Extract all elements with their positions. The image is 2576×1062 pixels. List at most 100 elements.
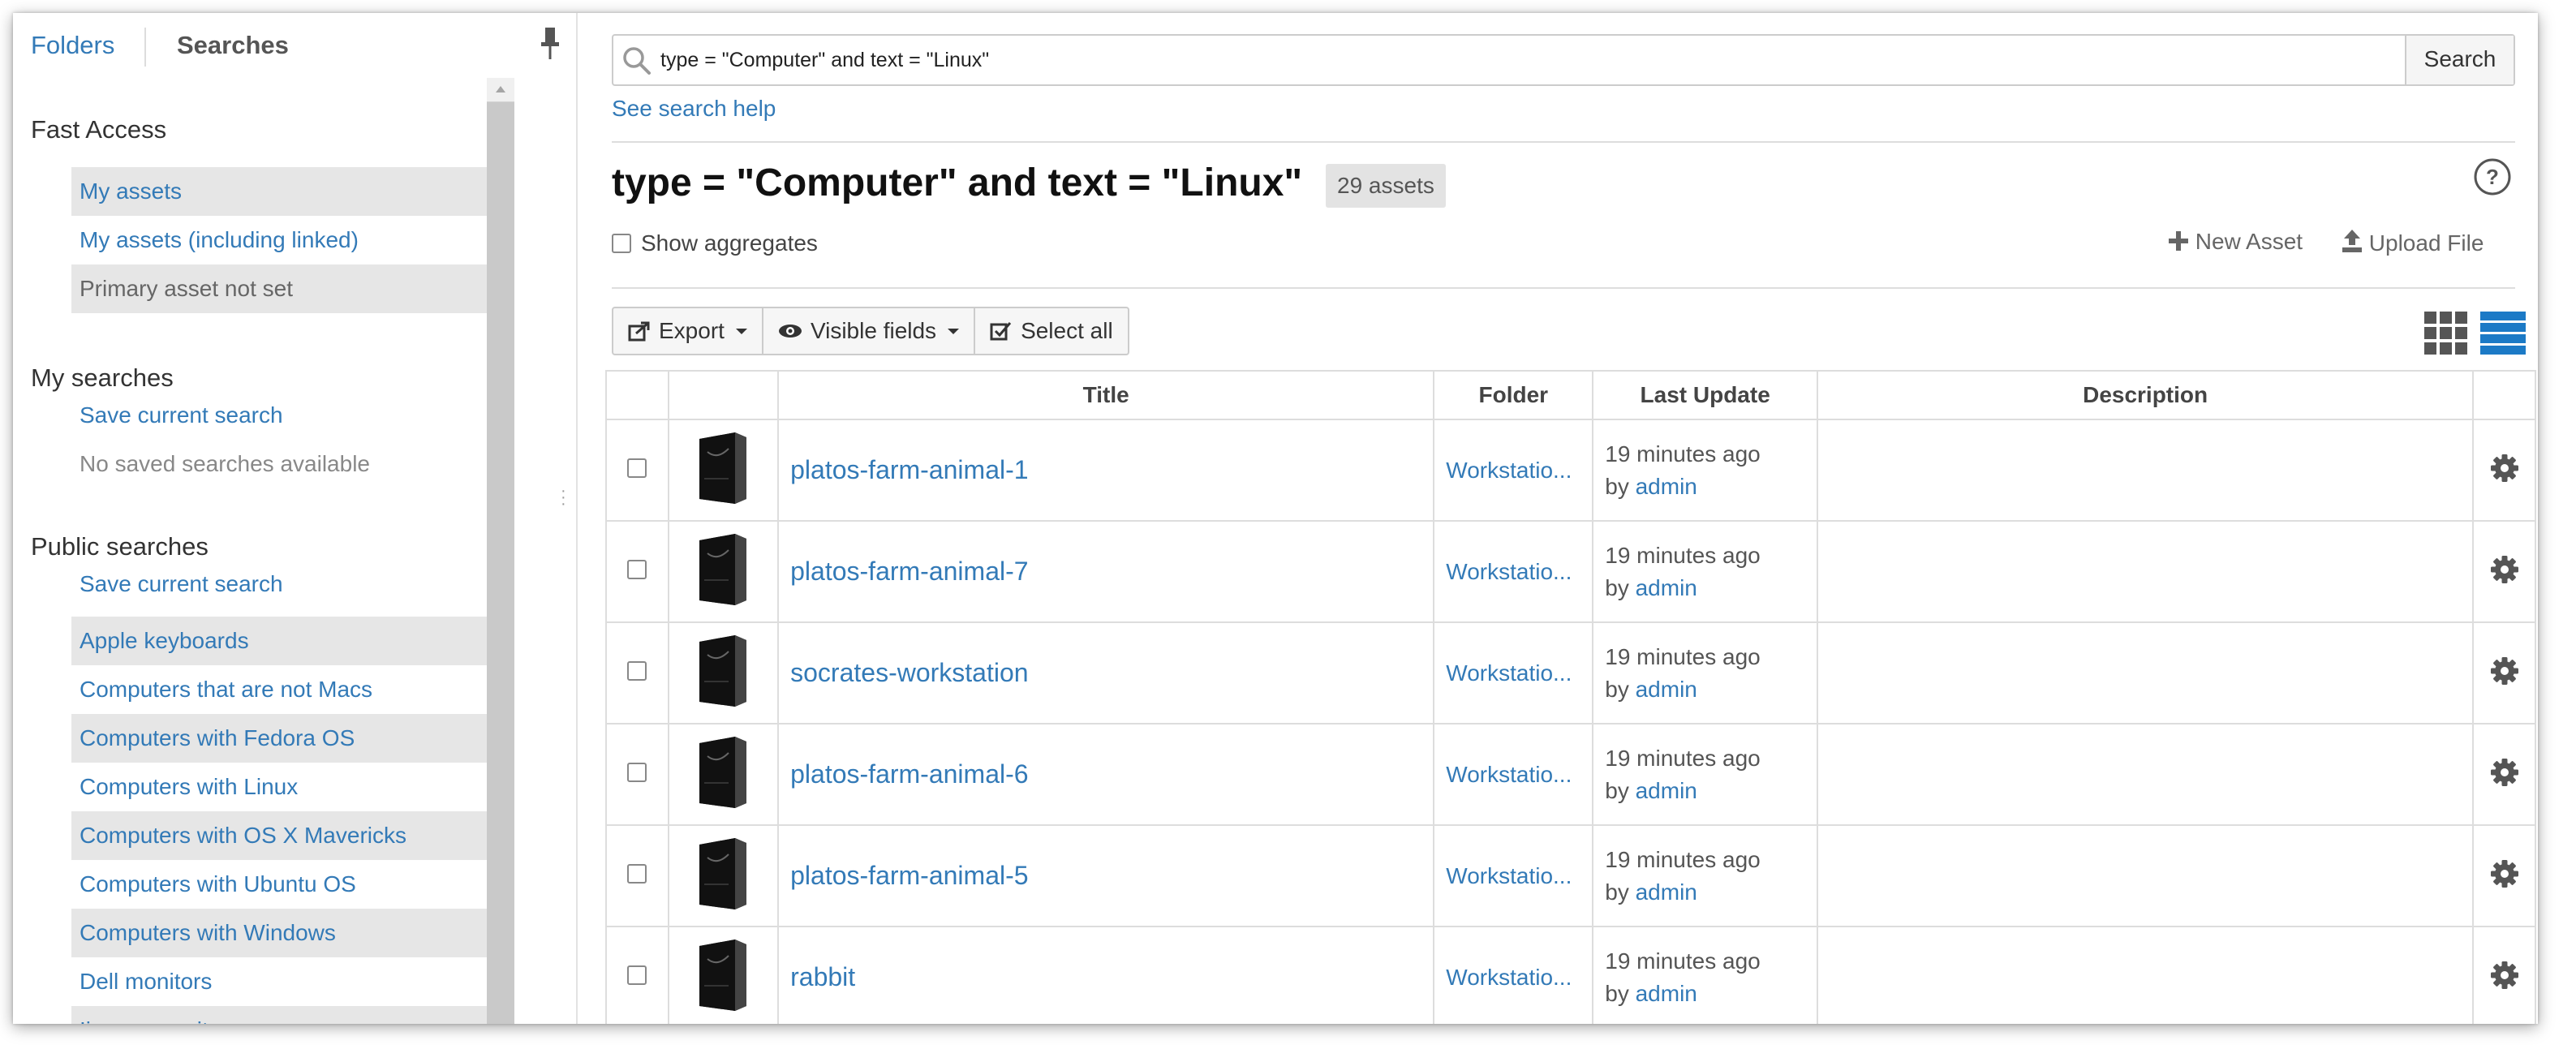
help-icon[interactable]: ? — [2473, 157, 2512, 196]
public-search-item[interactable]: Computers with Fedora OS — [71, 714, 487, 763]
asset-title-link[interactable]: rabbit — [779, 962, 855, 991]
row-checkbox[interactable] — [627, 661, 647, 681]
pin-icon[interactable] — [539, 26, 561, 62]
updated-by: by admin — [1593, 775, 1817, 807]
upload-file-button[interactable]: Upload File — [2342, 229, 2484, 256]
row-checkbox[interactable] — [627, 458, 647, 478]
table-header-row: Title Folder Last Update Description — [605, 370, 2536, 420]
folder-link[interactable]: Workstatio... — [1434, 458, 1572, 483]
header-description[interactable]: Description — [1817, 370, 2475, 420]
sidebar-scrollbar[interactable] — [487, 78, 514, 1024]
user-link[interactable]: admin — [1636, 879, 1697, 905]
checkbox-icon — [990, 322, 1012, 341]
chevron-down-icon — [735, 328, 747, 334]
by-prefix: by — [1605, 879, 1629, 905]
asset-title-link[interactable]: socrates-workstation — [779, 658, 1028, 687]
row-thumbnail-cell — [667, 824, 780, 927]
by-prefix: by — [1605, 980, 1629, 1006]
gear-icon[interactable] — [2490, 454, 2519, 483]
updated-time: 19 minutes ago — [1605, 745, 1761, 771]
user-link[interactable]: admin — [1636, 474, 1697, 499]
select-all-button[interactable]: Select all — [975, 308, 1128, 354]
save-current-search-link[interactable]: Save current search — [80, 402, 283, 428]
list-view-icon[interactable] — [2479, 310, 2527, 357]
tab-searches[interactable]: Searches — [177, 31, 289, 60]
row-folder-cell: Workstatio... — [1433, 824, 1594, 927]
search-help-link[interactable]: See search help — [612, 96, 776, 122]
search-input[interactable] — [659, 39, 2363, 81]
table-toolbar: Export Visible fields Select all — [612, 307, 1129, 355]
folder-link[interactable]: Workstatio... — [1434, 965, 1572, 990]
folder-link[interactable]: Workstatio... — [1434, 559, 1572, 584]
folder-link[interactable]: Workstatio... — [1434, 863, 1572, 888]
svg-text:?: ? — [2486, 165, 2499, 189]
row-update-cell: 19 minutes ago by admin — [1592, 926, 1819, 1024]
by-prefix: by — [1605, 473, 1629, 499]
public-search-item[interactable]: Computers that are not Macs — [71, 665, 487, 714]
public-search-item[interactable]: Dell monitors — [71, 957, 487, 1006]
public-search-item[interactable]: Computers with OS X Mavericks — [71, 811, 487, 860]
updated-by: by admin — [1593, 978, 1817, 1010]
public-search-item[interactable]: Computers with Linux — [71, 763, 487, 811]
user-link[interactable]: admin — [1636, 677, 1697, 702]
header-last-update[interactable]: Last Update — [1592, 370, 1819, 420]
visible-fields-label: Visible fields — [810, 318, 937, 343]
updated-time: 19 minutes ago — [1605, 542, 1761, 568]
user-link[interactable]: admin — [1636, 575, 1697, 600]
row-actions-cell — [2472, 926, 2536, 1024]
sidebar-scroll-area: Fast Access My assets My assets (includi… — [13, 86, 492, 1024]
public-search-item[interactable]: Apple keyboards — [71, 617, 487, 665]
public-search-item[interactable]: Iiyama monitors — [71, 1006, 487, 1024]
header-title[interactable]: Title — [777, 370, 1435, 420]
table-row: platos-farm-animal-7 Workstatio... 19 mi… — [605, 520, 2536, 623]
search-button[interactable]: Search — [2405, 36, 2514, 84]
header-select — [605, 370, 669, 420]
gear-icon[interactable] — [2490, 859, 2519, 888]
gear-icon[interactable] — [2490, 758, 2519, 787]
asset-title-link[interactable]: platos-farm-animal-1 — [779, 455, 1028, 484]
export-button[interactable]: Export — [613, 308, 763, 354]
gear-icon[interactable] — [2490, 656, 2519, 686]
row-checkbox[interactable] — [627, 864, 647, 884]
user-link[interactable]: admin — [1636, 981, 1697, 1006]
row-checkbox[interactable] — [627, 965, 647, 985]
sidebar-item-primary-asset: Primary asset not set — [71, 264, 487, 313]
folder-link[interactable]: Workstatio... — [1434, 660, 1572, 686]
row-select-cell — [605, 723, 669, 826]
grid-view-icon[interactable] — [2423, 310, 2470, 357]
scroll-up-arrow[interactable] — [487, 78, 514, 102]
asset-title-link[interactable]: platos-farm-animal-5 — [779, 861, 1028, 890]
splitter-handle[interactable]: · · · — [561, 483, 566, 512]
show-aggregates-checkbox[interactable] — [612, 234, 631, 253]
updated-time: 19 minutes ago — [1605, 948, 1761, 974]
table-row: socrates-workstation Workstatio... 19 mi… — [605, 621, 2536, 724]
row-title-cell: rabbit — [777, 926, 1435, 1024]
new-asset-button[interactable]: New Asset — [2168, 229, 2303, 255]
public-search-item[interactable]: Computers with Windows — [71, 909, 487, 957]
row-checkbox[interactable] — [627, 763, 647, 782]
updated-time: 19 minutes ago — [1605, 441, 1761, 467]
tab-folders[interactable]: Folders — [31, 31, 114, 60]
sidebar-item-my-assets[interactable]: My assets — [71, 167, 487, 216]
by-prefix: by — [1605, 777, 1629, 803]
sidebar-item-my-assets-linked[interactable]: My assets (including linked) — [71, 216, 487, 264]
row-description-cell — [1817, 926, 2475, 1024]
divider — [612, 141, 2515, 143]
save-public-search-link[interactable]: Save current search — [80, 571, 283, 597]
public-search-item[interactable]: Computers with Ubuntu OS — [71, 860, 487, 909]
user-link[interactable]: admin — [1636, 778, 1697, 803]
visible-fields-button[interactable]: Visible fields — [763, 308, 976, 354]
page-title: type = "Computer" and text = "Linux" — [612, 161, 1303, 204]
gear-icon[interactable] — [2490, 555, 2519, 584]
asset-title-link[interactable]: platos-farm-animal-6 — [779, 759, 1028, 789]
asset-title-link[interactable]: platos-farm-animal-7 — [779, 557, 1028, 586]
row-update-cell: 19 minutes ago by admin — [1592, 520, 1819, 623]
updated-by: by admin — [1593, 572, 1817, 604]
header-folder[interactable]: Folder — [1433, 370, 1594, 420]
row-update-cell: 19 minutes ago by admin — [1592, 419, 1819, 522]
gear-icon[interactable] — [2490, 961, 2519, 990]
row-checkbox[interactable] — [627, 560, 647, 579]
row-title-cell: platos-farm-animal-7 — [777, 520, 1435, 623]
updated-by: by admin — [1593, 471, 1817, 503]
folder-link[interactable]: Workstatio... — [1434, 762, 1572, 787]
